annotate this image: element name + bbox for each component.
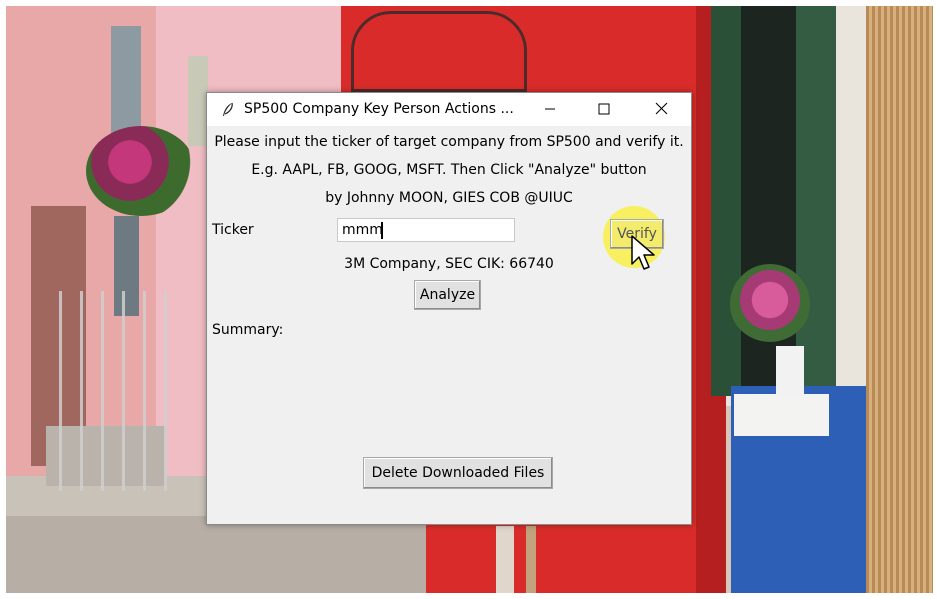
maximize-button[interactable] — [581, 93, 627, 126]
close-button[interactable] — [638, 93, 684, 126]
feather-icon — [219, 101, 237, 119]
analyze-button[interactable]: Analyze — [414, 280, 481, 310]
ticker-input[interactable] — [337, 218, 515, 242]
text-caret — [381, 222, 383, 239]
title-bar[interactable]: SP500 Company Key Person Actions ... — [207, 93, 691, 126]
close-icon — [655, 100, 668, 119]
summary-label: Summary: — [212, 322, 284, 338]
minimize-button[interactable] — [527, 93, 573, 126]
maximize-icon — [598, 100, 610, 119]
window-content: Please input the ticker of target compan… — [207, 126, 691, 524]
verification-result: 3M Company, SEC CIK: 66740 — [344, 256, 554, 272]
window-title: SP500 Company Key Person Actions ... — [244, 101, 514, 117]
instruction-line-2: E.g. AAPL, FB, GOOG, MSFT. Then Click "A… — [251, 162, 647, 178]
ticker-label: Ticker — [212, 222, 254, 238]
app-window: SP500 Company Key Person Actions ... Ple… — [206, 92, 692, 525]
author-credit: by Johnny MOON, GIES COB @UIUC — [325, 190, 573, 206]
delete-files-button[interactable]: Delete Downloaded Files — [363, 457, 553, 489]
instruction-line-1: Please input the ticker of target compan… — [214, 134, 684, 150]
minimize-icon — [544, 100, 556, 119]
mouse-pointer-icon — [630, 234, 656, 272]
